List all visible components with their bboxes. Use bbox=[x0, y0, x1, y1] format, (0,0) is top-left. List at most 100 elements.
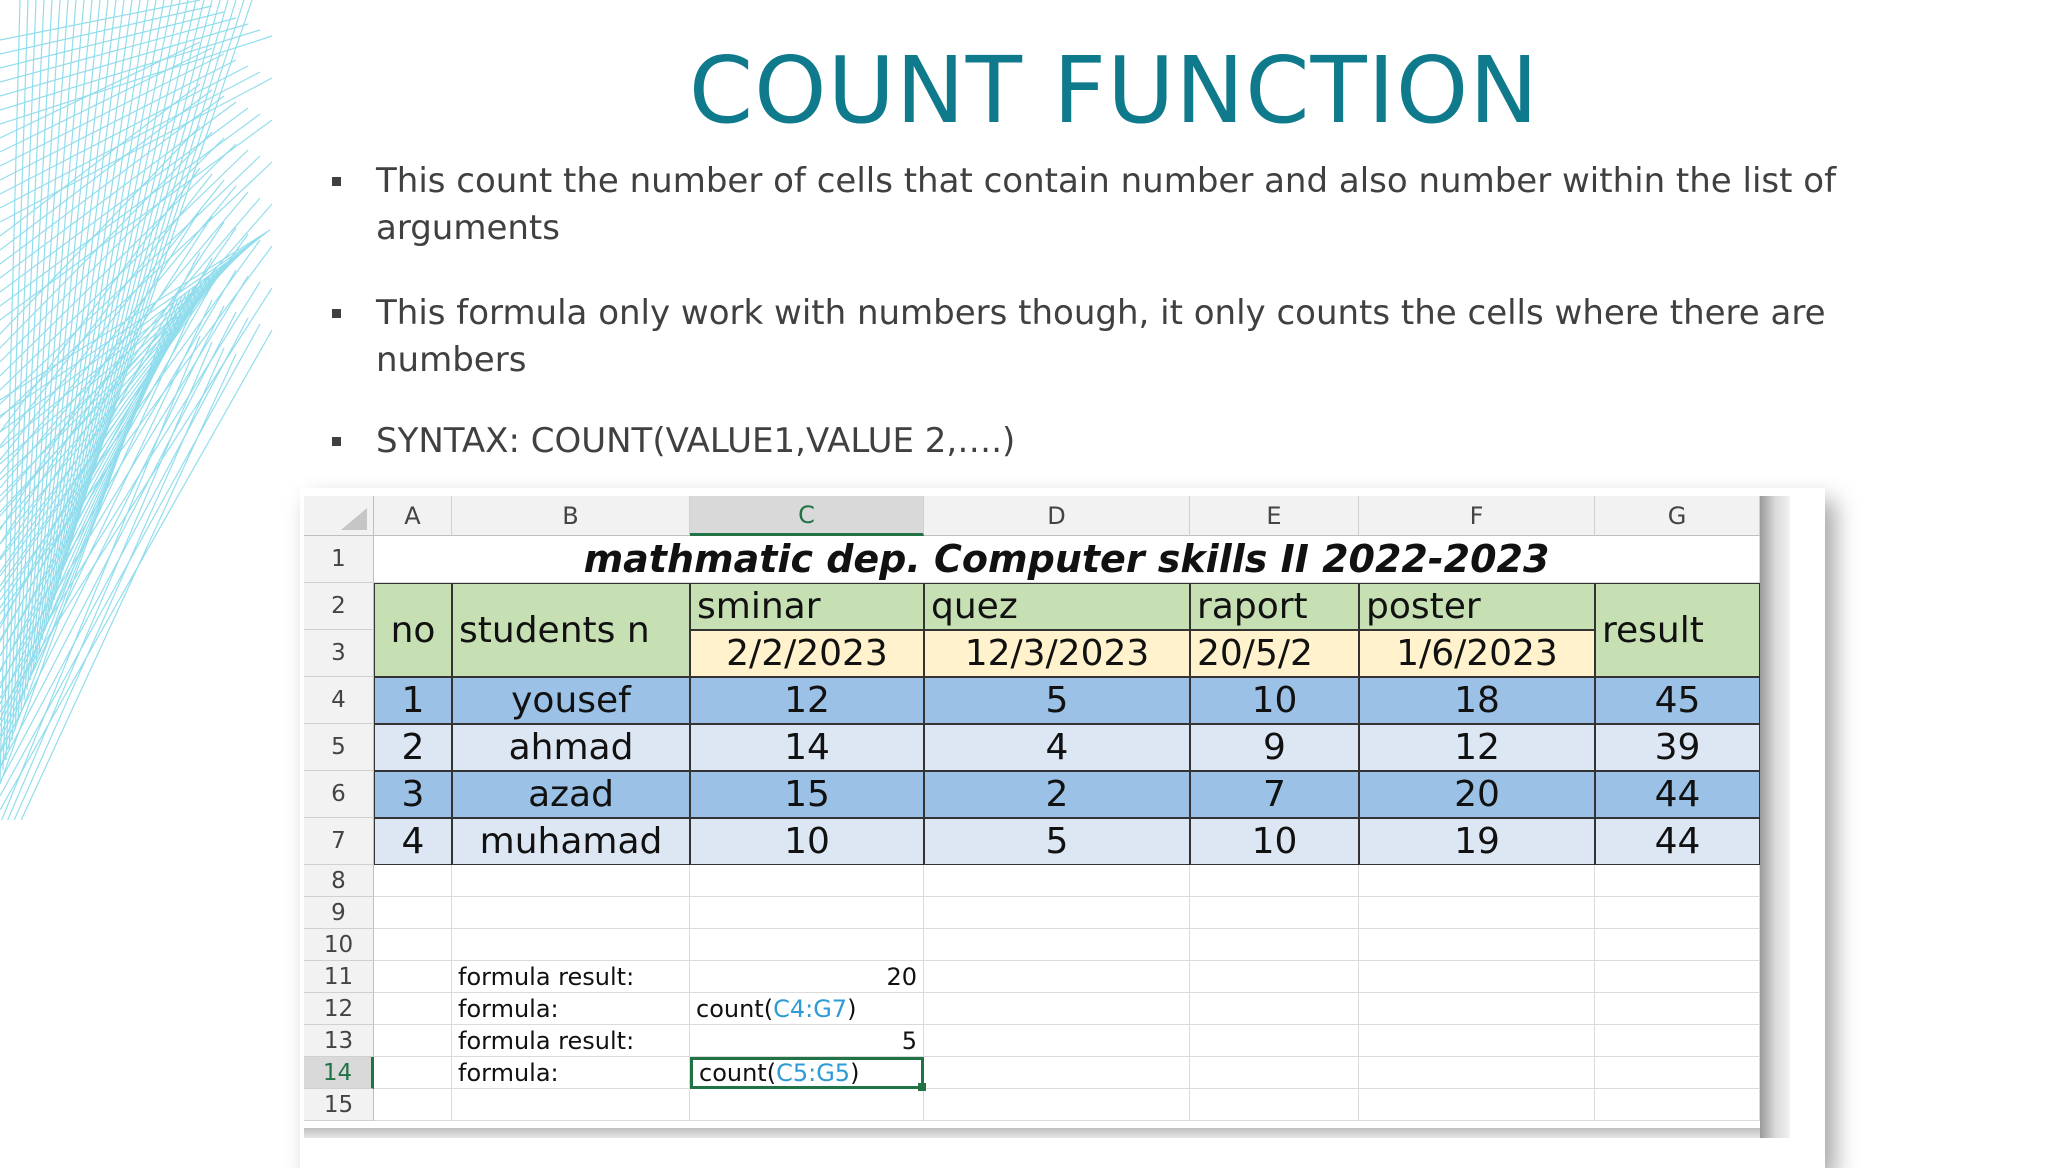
data-cell-raport[interactable]: 10 bbox=[1190, 677, 1359, 724]
empty-cell[interactable] bbox=[924, 897, 1190, 929]
data-cell-quez[interactable]: 5 bbox=[924, 818, 1190, 865]
header-no-cell[interactable]: no bbox=[374, 583, 452, 677]
empty-cell[interactable] bbox=[1359, 897, 1595, 929]
row-header[interactable]: 6 bbox=[304, 771, 374, 818]
empty-cell[interactable] bbox=[1359, 1025, 1595, 1057]
empty-cell[interactable] bbox=[374, 865, 452, 897]
column-header-a[interactable]: A bbox=[374, 496, 452, 536]
empty-cell[interactable] bbox=[1190, 1057, 1359, 1089]
column-header-b[interactable]: B bbox=[452, 496, 690, 536]
empty-cell[interactable] bbox=[374, 1057, 452, 1089]
column-header-f[interactable]: F bbox=[1359, 496, 1595, 536]
empty-cell[interactable] bbox=[374, 1025, 452, 1057]
data-cell-quez[interactable]: 2 bbox=[924, 771, 1190, 818]
data-cell-no[interactable]: 4 bbox=[374, 818, 452, 865]
formula-cell-selected[interactable]: count(C5:G5) bbox=[690, 1057, 926, 1091]
data-cell-result[interactable]: 45 bbox=[1595, 677, 1760, 724]
data-cell-name[interactable]: ahmad bbox=[452, 724, 690, 771]
empty-cell[interactable] bbox=[924, 1057, 1190, 1089]
empty-cell[interactable] bbox=[690, 865, 924, 897]
empty-cell[interactable] bbox=[924, 929, 1190, 961]
empty-cell[interactable] bbox=[1190, 929, 1359, 961]
data-cell-name[interactable]: yousef bbox=[452, 677, 690, 724]
empty-cell[interactable] bbox=[452, 1089, 690, 1121]
empty-cell[interactable] bbox=[924, 865, 1190, 897]
column-header-d[interactable]: D bbox=[924, 496, 1190, 536]
data-cell-result[interactable]: 39 bbox=[1595, 724, 1760, 771]
empty-cell[interactable] bbox=[1359, 1057, 1595, 1089]
data-cell-poster[interactable]: 18 bbox=[1359, 677, 1595, 724]
empty-cell[interactable] bbox=[924, 993, 1190, 1025]
data-cell-result[interactable]: 44 bbox=[1595, 771, 1760, 818]
row-header[interactable]: 13 bbox=[304, 1025, 374, 1057]
row-header[interactable]: 3 bbox=[304, 630, 374, 677]
data-cell-sminar[interactable]: 12 bbox=[690, 677, 924, 724]
empty-cell[interactable] bbox=[690, 1089, 924, 1121]
header-poster-cell[interactable]: poster bbox=[1359, 583, 1595, 630]
row-header[interactable]: 8 bbox=[304, 865, 374, 897]
data-cell-no[interactable]: 2 bbox=[374, 724, 452, 771]
row-header[interactable]: 2 bbox=[304, 583, 374, 630]
empty-cell[interactable] bbox=[452, 897, 690, 929]
row-header[interactable]: 1 bbox=[304, 536, 374, 583]
header-sminar-cell[interactable]: sminar bbox=[690, 583, 924, 630]
empty-cell[interactable] bbox=[1595, 929, 1760, 961]
formula-cell[interactable]: count(C4:G7) bbox=[690, 993, 924, 1025]
empty-cell[interactable] bbox=[452, 929, 690, 961]
date-raport-cell[interactable]: 20/5/2 bbox=[1190, 630, 1359, 677]
empty-cell[interactable] bbox=[1359, 1089, 1595, 1121]
data-cell-name[interactable]: muhamad bbox=[452, 818, 690, 865]
data-cell-sminar[interactable]: 15 bbox=[690, 771, 924, 818]
empty-cell[interactable] bbox=[1595, 1089, 1760, 1121]
data-cell-poster[interactable]: 20 bbox=[1359, 771, 1595, 818]
data-cell-quez[interactable]: 4 bbox=[924, 724, 1190, 771]
empty-cell[interactable] bbox=[374, 961, 452, 993]
formula-label[interactable]: formula: bbox=[452, 1057, 690, 1089]
data-cell-raport[interactable]: 7 bbox=[1190, 771, 1359, 818]
row-header[interactable]: 14 bbox=[304, 1057, 374, 1089]
empty-cell[interactable] bbox=[1595, 865, 1760, 897]
empty-cell[interactable] bbox=[924, 961, 1190, 993]
empty-cell[interactable] bbox=[1359, 865, 1595, 897]
empty-cell[interactable] bbox=[1595, 993, 1760, 1025]
column-header-g[interactable]: G bbox=[1595, 496, 1760, 536]
row-header[interactable]: 5 bbox=[304, 724, 374, 771]
empty-cell[interactable] bbox=[1595, 961, 1760, 993]
row-header[interactable]: 15 bbox=[304, 1089, 374, 1121]
empty-cell[interactable] bbox=[1190, 993, 1359, 1025]
row-header[interactable]: 7 bbox=[304, 818, 374, 865]
row-header[interactable]: 11 bbox=[304, 961, 374, 993]
empty-cell[interactable] bbox=[1190, 897, 1359, 929]
empty-cell[interactable] bbox=[1359, 961, 1595, 993]
data-cell-sminar[interactable]: 10 bbox=[690, 818, 924, 865]
empty-cell[interactable] bbox=[374, 1089, 452, 1121]
data-cell-raport[interactable]: 9 bbox=[1190, 724, 1359, 771]
header-students-cell[interactable]: students n bbox=[452, 583, 690, 677]
sheet-title-cell[interactable]: mathmatic dep. Computer skills II 2022-2… bbox=[374, 536, 1760, 583]
column-header-e[interactable]: E bbox=[1190, 496, 1359, 536]
formula-result-value[interactable]: 20 bbox=[690, 961, 924, 993]
data-cell-no[interactable]: 1 bbox=[374, 677, 452, 724]
empty-cell[interactable] bbox=[1359, 993, 1595, 1025]
empty-cell[interactable] bbox=[1190, 865, 1359, 897]
data-cell-no[interactable]: 3 bbox=[374, 771, 452, 818]
empty-cell[interactable] bbox=[1190, 1025, 1359, 1057]
empty-cell[interactable] bbox=[1595, 897, 1760, 929]
row-header[interactable]: 4 bbox=[304, 677, 374, 724]
data-cell-name[interactable]: azad bbox=[452, 771, 690, 818]
row-header[interactable]: 10 bbox=[304, 929, 374, 961]
formula-result-value[interactable]: 5 bbox=[690, 1025, 924, 1057]
empty-cell[interactable] bbox=[1359, 929, 1595, 961]
row-header[interactable]: 9 bbox=[304, 897, 374, 929]
empty-cell[interactable] bbox=[924, 1025, 1190, 1057]
select-all-corner[interactable] bbox=[304, 496, 374, 536]
empty-cell[interactable] bbox=[1190, 1089, 1359, 1121]
empty-cell[interactable] bbox=[1595, 1057, 1760, 1089]
date-quez-cell[interactable]: 12/3/2023 bbox=[924, 630, 1190, 677]
row-header[interactable]: 12 bbox=[304, 993, 374, 1025]
date-poster-cell[interactable]: 1/6/2023 bbox=[1359, 630, 1595, 677]
empty-cell[interactable] bbox=[452, 865, 690, 897]
empty-cell[interactable] bbox=[1190, 961, 1359, 993]
date-sminar-cell[interactable]: 2/2/2023 bbox=[690, 630, 924, 677]
empty-cell[interactable] bbox=[690, 897, 924, 929]
